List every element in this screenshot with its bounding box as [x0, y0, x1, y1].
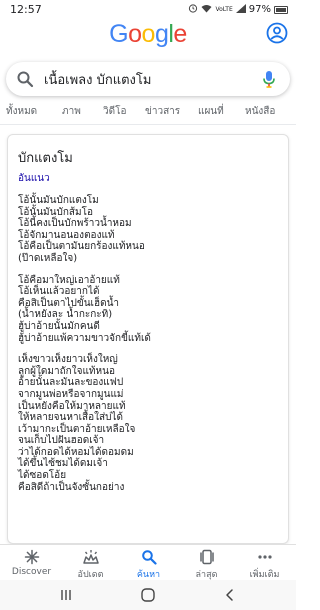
battery-percent: 97% — [248, 4, 271, 15]
lyrics-stanza: โอ้คือมาใหญ่เอาอ้ายแท้ โอ้เห็นแล้วอยากได้… — [18, 275, 151, 345]
lyrics-line: โอ้นั้นมันบักแตงโม — [18, 195, 99, 206]
tab-all[interactable]: ทั้งหมด — [6, 104, 37, 119]
wifi-icon — [201, 4, 212, 16]
microphone-icon[interactable] — [262, 70, 276, 88]
search-tabs: ทั้งหมด ภาพ วิดีโอ ข่าวสาร แผนที่ หนังสื… — [0, 104, 296, 122]
logo-letter: o — [128, 20, 142, 48]
nav-search[interactable]: ค้นหา — [119, 549, 178, 581]
lyrics-line: โอ้นี้คงเป็นบักพร้าวน้ำหอม — [18, 218, 132, 230]
tabs-divider — [0, 124, 296, 125]
logo-letter: e — [173, 20, 187, 48]
google-logo: Google — [0, 20, 296, 49]
nav-more[interactable]: เพิ่มเติม — [235, 549, 294, 581]
network-label: VoLTE — [215, 6, 233, 13]
status-indicators: VoLTE 97% — [188, 3, 288, 16]
logo-letter: g — [154, 20, 169, 48]
lyrics-line: ให้หลายจนหาเสื้อใส่บ่ได้ — [18, 412, 123, 424]
lyrics-line: ลูกผู้ใดมาถักใจแท้หนอ — [18, 365, 115, 377]
nav-discover-label: Discover — [11, 567, 52, 577]
lyrics-line: โอ้จักมานอนองตองแท้ — [18, 229, 115, 241]
lyrics-line: จนเก็บไปฝันฮอดเจ้า — [18, 435, 105, 447]
lyrics-line: โอ้คือเป็นตามันยกร้องแท้หนอ — [18, 241, 145, 253]
lyrics-line: คือสิดีถ้าเป็นจังซั้นกอย่าง — [18, 481, 125, 493]
lyrics-card: บักแตงโม อันแนว โอ้นั้นมันบักแตงโม โอ้นั้… — [7, 134, 289, 544]
search-bar[interactable]: เนื้อเพลง บักแตงโม — [6, 62, 290, 96]
lyrics-line: คือสิเป็นตาไปขั้นเฮ็ดน้ำ — [18, 297, 120, 309]
nav-updates-label: อัปเดต — [77, 570, 104, 580]
signal-icon — [235, 3, 246, 16]
nav-discover[interactable]: Discover — [2, 549, 61, 577]
lyrics-line: โอ้นั้นมันบักส้มโอ — [18, 206, 93, 218]
updates-icon — [61, 549, 120, 565]
status-time: 12:57 — [10, 3, 42, 16]
lyrics-line: อ้ายนั้นละมันละของแฟป — [18, 377, 124, 389]
artist-link[interactable]: อันแนว — [18, 171, 50, 186]
nav-more-label: เพิ่มเติม — [249, 570, 280, 580]
system-navigation-bar — [0, 580, 296, 610]
lyrics-line: ว่าได้กอดได้หอมได้ดอมดม — [18, 446, 134, 458]
lyrics-stanza: เห็งขาวเห็งยาวเห็งใหญ่ ลูกผู้ใดมาถักใจแท้… — [18, 354, 151, 493]
nav-recent[interactable]: ล่าสุด — [177, 549, 236, 581]
lyrics-line: (ป๊าดเหลือใจ) — [18, 252, 78, 264]
lyrics-line: โอ้คือมาใหญ่เอาอ้ายแท้ — [18, 274, 120, 286]
nav-search-label: ค้นหา — [136, 570, 161, 580]
logo-letter: o — [141, 20, 156, 48]
lyrics-line: ได้ขึ้นไซ้ชมได้ดมเจ้า — [18, 458, 108, 470]
tab-books[interactable]: หนังสือ — [245, 104, 275, 119]
discover-icon — [2, 549, 61, 565]
lyrics-body: โอ้นั้นมันบักแตงโม โอ้นั้นมันบักส้มโอ โอ้น… — [18, 195, 151, 503]
recent-icon — [177, 549, 236, 565]
lyrics-line: ฮู้บ่าอ้ายนั้นมักคนดี — [18, 320, 100, 332]
tab-maps[interactable]: แผนที่ — [198, 104, 224, 119]
nav-recent-label: ล่าสุด — [195, 570, 218, 580]
search-query[interactable]: เนื้อเพลง บักแตงโม — [44, 69, 262, 90]
home-icon[interactable] — [139, 586, 157, 604]
lyrics-line: ได้ซอดโอ้ย — [18, 470, 67, 482]
alarm-icon — [188, 3, 198, 16]
account-circle-icon[interactable] — [266, 22, 288, 44]
search-icon[interactable] — [16, 70, 34, 88]
song-title: บักแตงโม — [18, 151, 73, 166]
lyrics-line: เว้ามากะเป็นตาอ้ายเหลือใจ — [18, 423, 136, 435]
lyrics-line: โอ้เห็นแล้วอยากได้ — [18, 286, 100, 298]
lyrics-line: เป็นหยังคือให้มาหลายแท้ — [18, 400, 126, 412]
tab-images[interactable]: ภาพ — [62, 104, 81, 119]
bottom-navigation: Discover อัปเดต ค้นหา ล่าสุด เพิ่มเติม — [0, 544, 296, 580]
search-icon — [119, 549, 178, 565]
logo-letter: G — [109, 20, 129, 48]
tab-news[interactable]: ข่าวสาร — [145, 104, 180, 119]
lyrics-line: (น้ำหยังละ น้ำกะกะทิ) — [18, 309, 113, 321]
lyrics-stanza: โอ้นั้นมันบักแตงโม โอ้นั้นมันบักส้มโอ โอ้น… — [18, 195, 151, 265]
status-bar: 12:57 VoLTE 97% — [0, 0, 296, 22]
back-icon[interactable] — [221, 586, 239, 604]
lyrics-line: ฮู้บ่าอ้ายแพ้ความขาวจักขี้แท้เด้ — [18, 332, 151, 344]
tab-videos[interactable]: วิดีโอ — [103, 104, 127, 119]
recent-apps-icon[interactable] — [57, 586, 75, 604]
nav-updates[interactable]: อัปเดต — [61, 549, 120, 581]
lyrics-line: จากมูนพ่อหรือจากมูนแม่ — [18, 388, 124, 400]
lyrics-line: เห็งขาวเห็งยาวเห็งใหญ่ — [18, 354, 118, 366]
battery-icon — [274, 5, 288, 14]
more-icon — [235, 549, 294, 565]
